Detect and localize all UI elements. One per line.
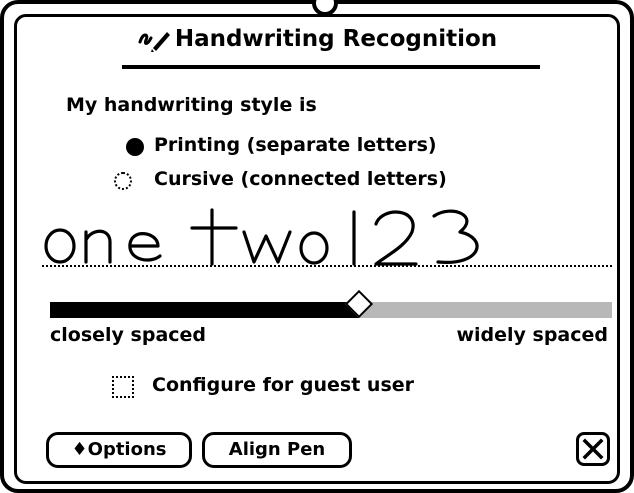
handwriting-pen-icon: [138, 31, 170, 52]
closely-spaced-label: closely spaced: [50, 324, 207, 346]
radio-printing[interactable]: [126, 138, 144, 156]
handwriting-sample[interactable]: [42, 194, 612, 272]
dialog-title-text: Handwriting Recognition: [174, 26, 498, 52]
options-button[interactable]: ♦Options: [46, 432, 192, 468]
radio-cursive-label[interactable]: Cursive (connected letters): [154, 168, 447, 190]
radio-cursive[interactable]: [114, 172, 132, 190]
align-pen-button[interactable]: Align Pen: [202, 432, 352, 468]
dialog-title: Handwriting Recognition: [4, 26, 630, 52]
writing-baseline: [42, 265, 612, 267]
spacing-slider-fill: [50, 302, 359, 318]
close-button[interactable]: [576, 432, 610, 466]
widely-spaced-label: widely spaced: [456, 324, 608, 346]
dialog-frame: Handwriting Recognition My handwriting s…: [0, 0, 634, 493]
title-underline: [122, 65, 540, 69]
guest-user-label[interactable]: Configure for guest user: [152, 374, 414, 396]
close-icon: [582, 438, 604, 460]
radio-printing-label[interactable]: Printing (separate letters): [154, 134, 437, 156]
style-prompt-label: My handwriting style is: [66, 94, 317, 116]
spacing-slider[interactable]: [50, 289, 612, 319]
guest-user-checkbox[interactable]: [112, 376, 134, 398]
